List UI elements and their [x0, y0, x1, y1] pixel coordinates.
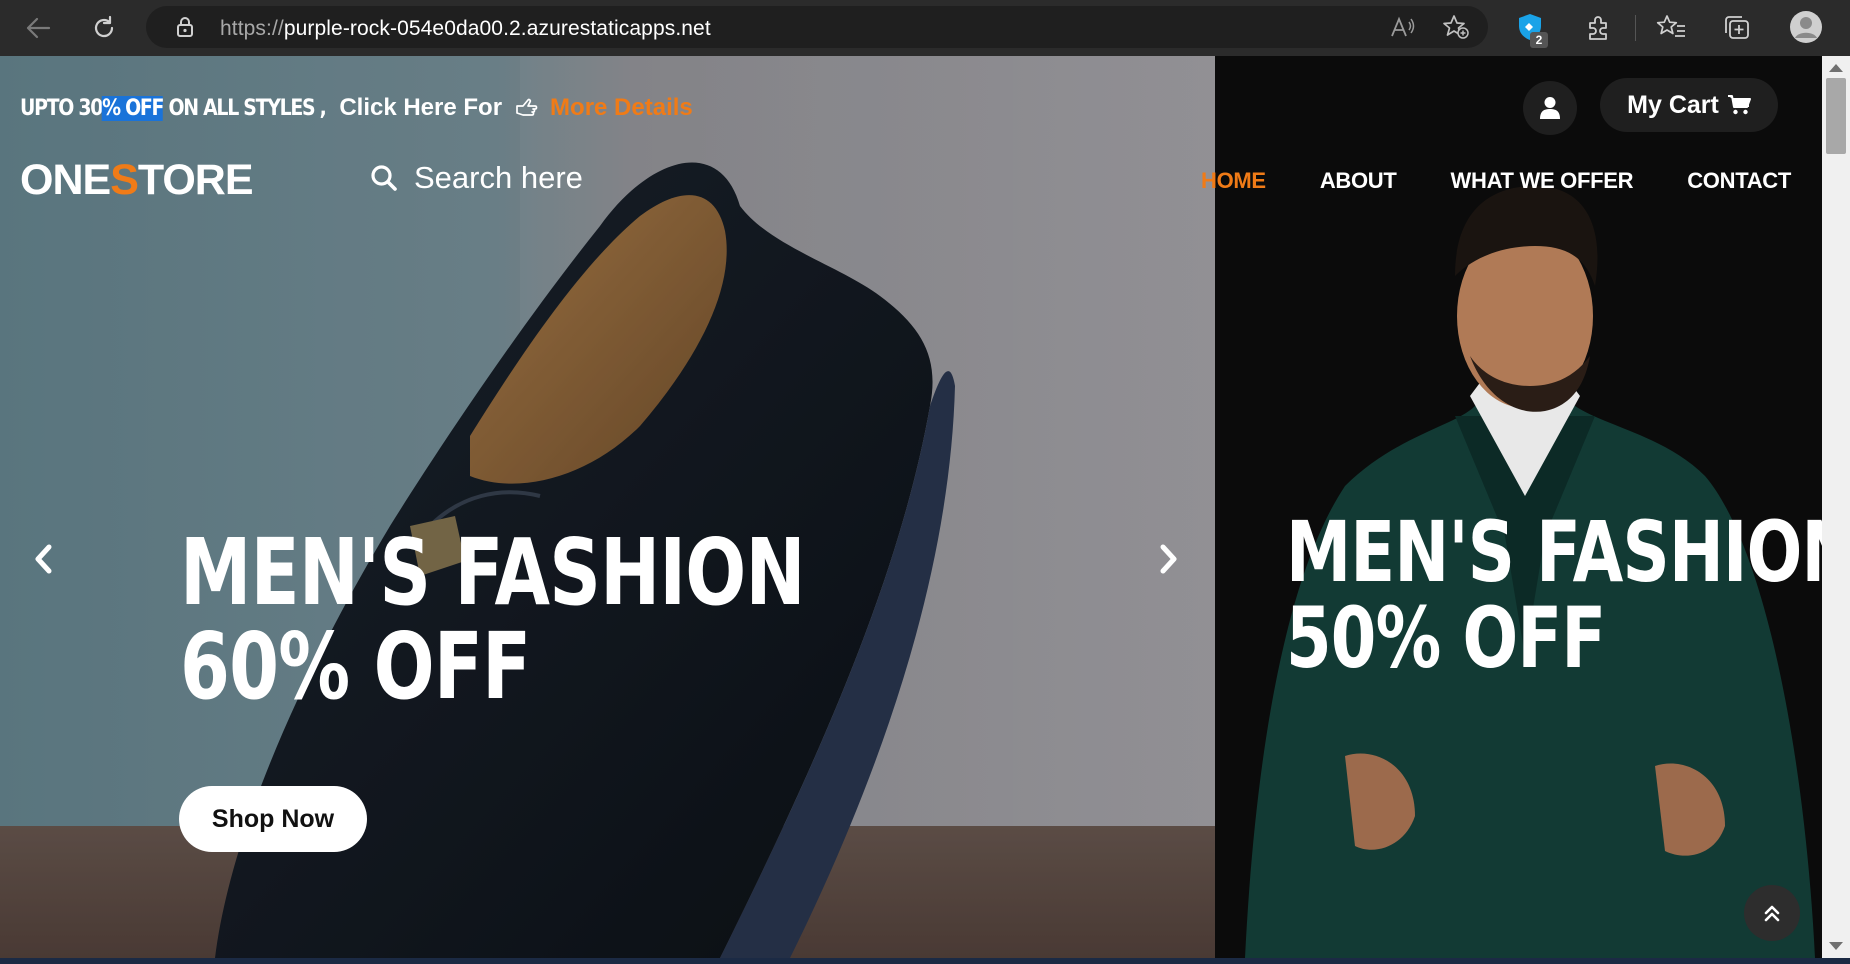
hero-left-line2: 60% OFF — [180, 612, 531, 720]
nav-home[interactable]: HOME — [1201, 168, 1266, 194]
account-button[interactable] — [1523, 81, 1577, 135]
hero-right-line2: 50% OFF — [1286, 588, 1606, 687]
promo-banner: UPTO 30% OFF ON ALL STYLES , Click Here … — [20, 92, 693, 124]
page-viewport: UPTO 30% OFF ON ALL STYLES , Click Here … — [0, 56, 1822, 958]
promo-click-text: Click Here For — [339, 94, 503, 121]
chevron-left-icon — [33, 544, 53, 574]
promo-text: UPTO 30% OFF ON ALL STYLES , — [20, 95, 327, 121]
extension-badge: 2 — [1530, 32, 1548, 48]
back-icon[interactable] — [20, 10, 56, 46]
add-favorite-icon[interactable] — [1442, 14, 1470, 45]
address-bar[interactable]: https://purple-rock-054e0da00.2.azuresta… — [146, 6, 1488, 48]
hero-right-line1: MEN'S FASHION — [1286, 503, 1822, 601]
nav-contact[interactable]: CONTACT — [1687, 168, 1791, 194]
site-logo[interactable]: ONESTORE — [20, 156, 254, 205]
window-bottom-edge — [0, 958, 1850, 964]
main-nav: HOME ABOUT WHAT WE OFFER CONTACT — [1201, 168, 1791, 194]
profile-icon[interactable] — [1789, 10, 1823, 49]
pointing-hand-icon — [514, 98, 538, 118]
more-details-link[interactable]: More Details — [550, 94, 693, 122]
read-aloud-icon[interactable] — [1390, 16, 1416, 43]
chevron-right-icon — [1159, 544, 1179, 574]
scrollbar-thumb[interactable] — [1826, 78, 1846, 154]
scroll-up-arrow-icon[interactable] — [1829, 64, 1843, 72]
search-icon[interactable] — [370, 164, 398, 192]
user-icon — [1539, 96, 1561, 120]
cart-label: My Cart — [1627, 90, 1719, 119]
url-text: https://purple-rock-054e0da00.2.azuresta… — [220, 17, 711, 40]
double-chevron-up-icon — [1763, 903, 1781, 923]
extensions-icon[interactable] — [1584, 14, 1612, 47]
favorites-icon[interactable] — [1656, 13, 1686, 46]
toolbar-separator — [1635, 15, 1636, 41]
lock-icon[interactable] — [176, 16, 194, 43]
search-input[interactable] — [414, 160, 674, 196]
search-bar — [370, 160, 674, 196]
refresh-icon[interactable] — [86, 10, 122, 46]
browser-toolbar: https://purple-rock-054e0da00.2.azuresta… — [0, 0, 1850, 57]
shop-now-button[interactable]: Shop Now — [179, 786, 367, 852]
carousel-prev-button[interactable] — [28, 539, 58, 579]
cart-icon — [1727, 94, 1751, 116]
scroll-down-arrow-icon[interactable] — [1829, 942, 1843, 950]
page-scrollbar[interactable] — [1822, 56, 1850, 958]
nav-what-we-offer[interactable]: WHAT WE OFFER — [1451, 168, 1634, 194]
my-cart-button[interactable]: My Cart — [1600, 78, 1778, 132]
hero-left-line1: MEN'S FASHION — [180, 519, 806, 626]
hero-left-heading: MEN'S FASHION 60% OFF — [180, 519, 806, 720]
carousel-next-button[interactable] — [1154, 539, 1184, 579]
scroll-to-top-button[interactable] — [1744, 885, 1800, 941]
hero-right-heading: MEN'S FASHION 50% OFF — [1286, 503, 1822, 687]
nav-about[interactable]: ABOUT — [1320, 168, 1397, 194]
collections-icon[interactable] — [1722, 13, 1752, 46]
